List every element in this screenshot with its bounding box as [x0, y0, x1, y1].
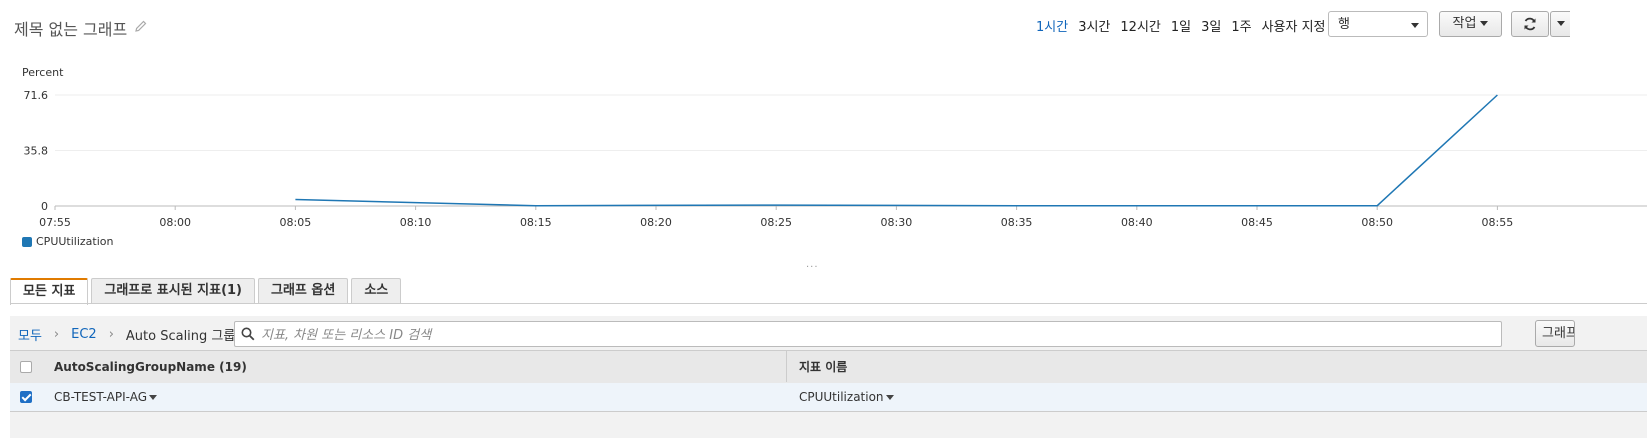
x-tick-label: 08:15	[520, 216, 552, 229]
column-divider[interactable]	[786, 350, 787, 382]
chart-type-select[interactable]: 행	[1328, 11, 1428, 37]
tab-graphed-metrics[interactable]: 그래프로 표시된 지표(1)	[91, 278, 255, 303]
chevron-right-icon: ›	[108, 327, 114, 342]
refresh-icon	[1524, 17, 1536, 31]
table-header: AutoScalingGroupName (19) 지표 이름	[10, 350, 1647, 384]
range-12h[interactable]: 12시간	[1120, 16, 1160, 35]
x-tick-label: 08:35	[1001, 216, 1033, 229]
chevron-down-icon	[149, 395, 158, 400]
chevron-down-icon	[885, 395, 894, 400]
graph-title: 제목 없는 그래프	[14, 20, 128, 39]
x-tick-label: 08:10	[400, 216, 432, 229]
chevron-right-icon: ›	[53, 327, 60, 342]
tab-source[interactable]: 소스	[351, 278, 402, 303]
chart-type-value: 행	[1338, 17, 1350, 32]
x-tick-label: 08:55	[1482, 216, 1514, 229]
x-tick-label: 08:20	[640, 216, 672, 229]
refresh-options-button[interactable]	[1550, 11, 1570, 37]
group-name: CB-TEST-API-AG	[54, 390, 148, 404]
line-chart: 71.6 35.8 0 07:55 08:00 08:05 08:10 08:15 08:20 0…	[24, 89, 1647, 229]
column-header-group[interactable]: AutoScalingGroupName (19)	[54, 351, 247, 383]
x-tick-label: 08:45	[1241, 216, 1273, 229]
x-tick-label: 08:50	[1361, 216, 1393, 229]
breadcrumb: 모두 › EC2 › Auto Scaling 그룹별	[18, 325, 247, 344]
breadcrumb-current: Auto Scaling 그룹별	[125, 329, 248, 344]
y-tick-label: 71.6	[24, 89, 49, 102]
metrics-tabs: 모든 지표 그래프로 표시된 지표(1) 그래프 옵션 소스	[10, 278, 402, 305]
time-range-selector: 1시간 3시간 12시간 1일 3일 1주 사용자 지정	[1036, 16, 1338, 35]
tab-graph-options[interactable]: 그래프 옵션	[258, 278, 349, 303]
x-tick-label: 07:55	[39, 216, 71, 229]
y-tick-label: 0	[41, 200, 48, 213]
resize-handle[interactable]: ···	[806, 262, 819, 273]
chevron-down-icon	[1556, 21, 1565, 26]
select-all-checkbox[interactable]	[20, 361, 32, 373]
column-header-metric[interactable]: 지표 이름	[799, 351, 847, 383]
metric-name-cell[interactable]: CPUUtilization	[799, 383, 894, 411]
metric-search	[234, 321, 1502, 347]
x-tick-label: 08:25	[760, 216, 792, 229]
chevron-down-icon	[1480, 21, 1489, 26]
table-row[interactable]: CB-TEST-API-AG CPUUtilization	[10, 383, 1647, 412]
select-all-checkbox-wrap	[20, 361, 32, 373]
row-checkbox[interactable]	[20, 391, 32, 403]
tab-divider	[10, 303, 1647, 304]
actions-button[interactable]: 작업	[1439, 11, 1502, 37]
search-input[interactable]	[259, 324, 1463, 346]
row-checkbox-wrap	[20, 391, 32, 403]
search-icon	[241, 327, 255, 341]
custom-range-dropdown[interactable]: 사용자 지정	[1262, 16, 1338, 35]
range-1d[interactable]: 1일	[1171, 16, 1191, 35]
y-tick-label: 35.8	[24, 145, 49, 158]
chart-legend[interactable]: CPUUtilization	[22, 235, 113, 248]
custom-range-label: 사용자 지정	[1261, 20, 1326, 35]
range-1h[interactable]: 1시간	[1036, 16, 1068, 35]
range-1w[interactable]: 1주	[1231, 16, 1251, 35]
x-tick-label: 08:40	[1121, 216, 1153, 229]
group-name-cell[interactable]: CB-TEST-API-AG	[54, 383, 158, 411]
x-tick-label: 08:30	[881, 216, 913, 229]
tab-all-metrics[interactable]: 모든 지표	[10, 278, 89, 305]
breadcrumb-all[interactable]: 모두	[18, 325, 42, 344]
legend-label: CPUUtilization	[36, 235, 114, 248]
metric-name: CPUUtilization	[799, 390, 884, 404]
x-tick-label: 08:05	[280, 216, 312, 229]
breadcrumb-ec2[interactable]: EC2	[71, 327, 97, 342]
legend-swatch	[22, 236, 32, 247]
actions-label: 작업	[1452, 16, 1477, 31]
chevron-down-icon	[1411, 23, 1419, 28]
edit-title-icon[interactable]	[135, 20, 147, 32]
graph-search-button[interactable]: 그래프	[1535, 320, 1575, 347]
x-tick-label: 08:00	[159, 216, 191, 229]
refresh-button[interactable]	[1511, 11, 1549, 37]
range-3d[interactable]: 3일	[1201, 16, 1221, 35]
y-axis-label: Percent	[22, 66, 64, 79]
range-3h[interactable]: 3시간	[1078, 16, 1110, 35]
